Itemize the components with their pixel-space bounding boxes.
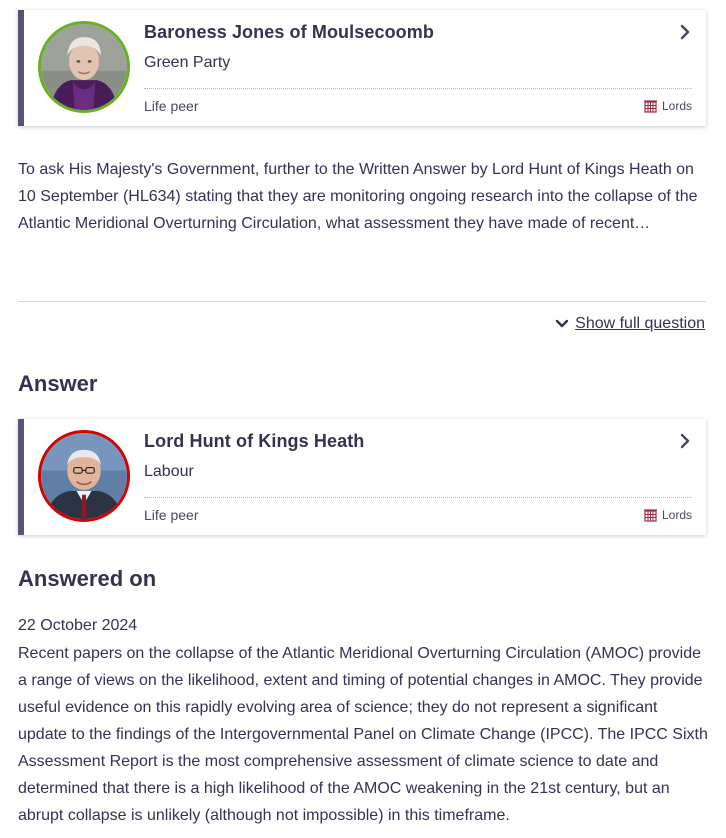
asker-house: Lords (643, 99, 692, 113)
question-text: To ask His Majesty's Government, further… (18, 161, 698, 232)
asker-house-label: Lords (661, 99, 692, 113)
answerer-avatar (38, 430, 130, 522)
chevron-right-icon[interactable] (678, 24, 692, 40)
answerer-name[interactable]: Lord Hunt of Kings Heath (144, 431, 364, 452)
answer-heading: Answer (18, 371, 98, 396)
asker-name[interactable]: Baroness Jones of Moulsecoomb (144, 22, 434, 43)
card-divider (144, 497, 692, 498)
show-full-question-link[interactable]: Show full question (555, 315, 705, 333)
answerer-house-label: Lords (661, 508, 692, 522)
asker-portrait-image (41, 24, 127, 110)
portcullis-icon (643, 99, 657, 113)
asker-avatar (38, 21, 130, 113)
chevron-right-icon[interactable] (678, 433, 692, 449)
card-divider (144, 88, 692, 89)
show-full-question-label[interactable]: Show full question (575, 315, 705, 333)
answer-text: Recent papers on the collapse of the Atl… (18, 645, 708, 824)
asker-member-type: Life peer (144, 98, 199, 114)
answerer-house: Lords (643, 508, 692, 522)
answerer-party: Labour (144, 463, 194, 480)
portcullis-icon (643, 508, 657, 522)
question-divider (18, 301, 706, 302)
asker-party: Green Party (144, 54, 231, 71)
page: Baroness Jones of Moulsecoomb Green Part… (0, 0, 726, 838)
answered-on-heading: Answered on (18, 566, 157, 591)
asker-member-card[interactable]: Baroness Jones of Moulsecoomb Green Part… (18, 10, 706, 126)
answerer-member-type: Life peer (144, 507, 199, 523)
answerer-member-card[interactable]: Lord Hunt of Kings Heath Labour Life pee… (18, 419, 706, 535)
answerer-portrait-image (41, 433, 127, 519)
answered-date: 22 October 2024 (18, 617, 138, 634)
chevron-down-icon (555, 319, 569, 328)
